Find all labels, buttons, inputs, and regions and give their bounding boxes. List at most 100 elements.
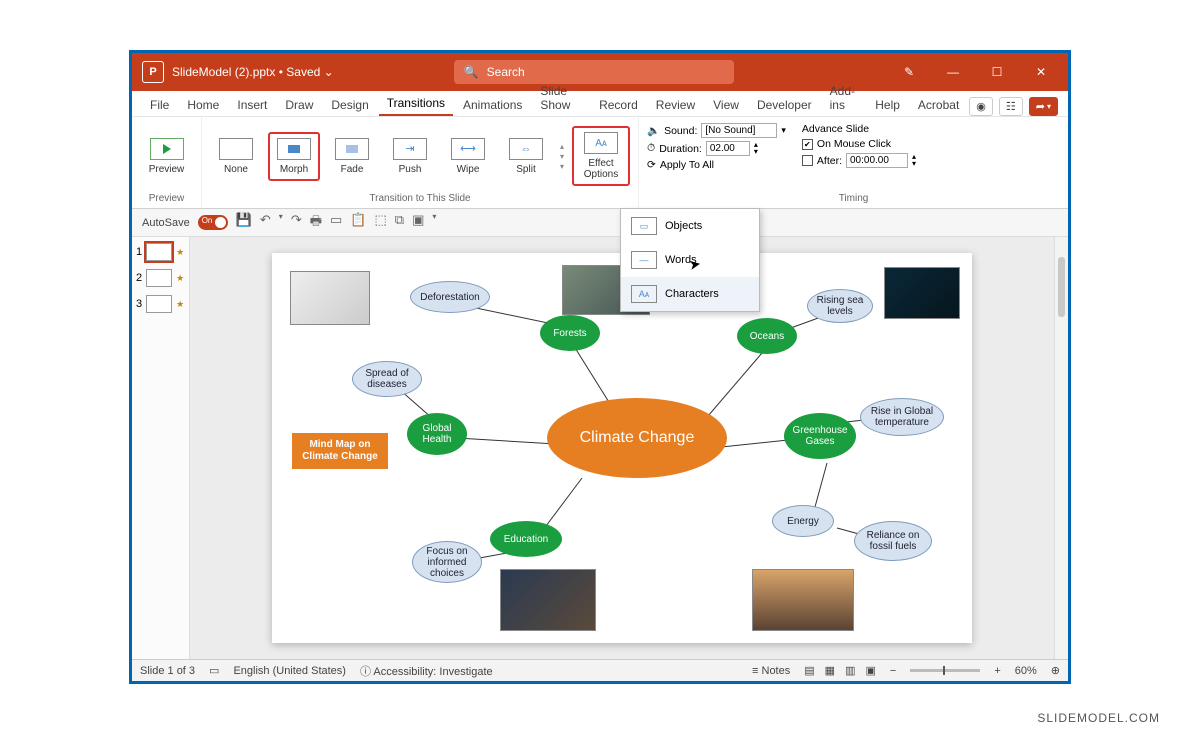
zoom-in-icon[interactable]: + bbox=[994, 665, 1000, 677]
redo-icon[interactable]: ↷ bbox=[291, 212, 302, 234]
apply-all-button[interactable]: Apply To All bbox=[660, 159, 714, 171]
camera-button[interactable]: ◉ bbox=[969, 97, 993, 116]
duration-input[interactable]: 02.00 bbox=[706, 141, 750, 156]
cursor-icon: ➤ bbox=[688, 255, 703, 274]
zoom-level[interactable]: 60% bbox=[1015, 665, 1037, 677]
transition-wipe[interactable]: ⟷ Wipe bbox=[442, 133, 494, 180]
slide-counter[interactable]: Slide 1 of 3 bbox=[140, 665, 195, 677]
format-icon[interactable]: ⬚ bbox=[374, 212, 386, 234]
clock-icon: ⏱ bbox=[647, 142, 655, 155]
node-global-health[interactable]: Global Health bbox=[407, 413, 467, 455]
minimize-button[interactable]: — bbox=[938, 57, 968, 87]
preview-button[interactable]: Preview bbox=[141, 133, 193, 180]
transition-none[interactable]: None bbox=[210, 133, 262, 180]
tab-draw[interactable]: Draw bbox=[277, 94, 321, 116]
quick-copy-icon[interactable]: ⧉ bbox=[395, 212, 404, 234]
thumbnail-2[interactable]: 2★ bbox=[136, 269, 185, 287]
tab-record[interactable]: Record bbox=[591, 94, 646, 116]
undo-icon[interactable]: ↶ bbox=[260, 212, 271, 234]
reading-view-icon[interactable]: ▥ bbox=[845, 664, 855, 677]
none-label: None bbox=[224, 164, 248, 175]
search-icon: 🔍 bbox=[464, 65, 479, 79]
image-placeholder-1[interactable] bbox=[290, 271, 370, 325]
tab-review[interactable]: Review bbox=[648, 94, 703, 116]
vertical-scrollbar[interactable] bbox=[1054, 237, 1068, 659]
maximize-button[interactable]: ☐ bbox=[982, 57, 1012, 87]
accessibility-status[interactable]: ⓘ Accessibility: Investigate bbox=[360, 663, 493, 679]
autosave-toggle[interactable]: On bbox=[198, 215, 228, 230]
image-placeholder-5[interactable] bbox=[752, 569, 854, 631]
thumb-number: 2 bbox=[136, 272, 142, 284]
tab-help[interactable]: Help bbox=[867, 94, 908, 116]
tab-developer[interactable]: Developer bbox=[749, 94, 820, 116]
tab-design[interactable]: Design bbox=[323, 94, 376, 116]
tab-animations[interactable]: Animations bbox=[455, 94, 530, 116]
transition-push[interactable]: ⇥ Push bbox=[384, 133, 436, 180]
chevron-down-icon[interactable]: ⌄ bbox=[324, 65, 334, 79]
save-icon[interactable]: 💾 bbox=[236, 212, 252, 234]
transition-split[interactable]: ⇔ Split bbox=[500, 133, 552, 180]
node-oceans[interactable]: Oceans bbox=[737, 318, 797, 354]
tab-acrobat[interactable]: Acrobat bbox=[910, 94, 967, 116]
transition-fade[interactable]: Fade bbox=[326, 133, 378, 180]
tab-transitions[interactable]: Transitions bbox=[379, 92, 453, 116]
close-button[interactable]: ✕ bbox=[1026, 57, 1056, 87]
slideshow-view-icon[interactable]: ▣ bbox=[865, 664, 875, 677]
tab-file[interactable]: File bbox=[142, 94, 177, 116]
node-education[interactable]: Education bbox=[490, 521, 562, 557]
chevron-down-icon[interactable]: ▾ bbox=[781, 125, 786, 136]
fit-window-icon[interactable]: ⊕ bbox=[1051, 664, 1060, 677]
node-greenhouse[interactable]: Greenhouse Gases bbox=[784, 413, 856, 459]
node-deforestation[interactable]: Deforestation bbox=[410, 281, 490, 313]
image-placeholder-4[interactable] bbox=[500, 569, 596, 631]
morph-icon bbox=[277, 138, 311, 160]
cc-button[interactable]: ☷ bbox=[999, 97, 1023, 116]
after-input[interactable]: 00:00.00 bbox=[846, 153, 908, 168]
transition-morph[interactable]: Morph bbox=[268, 132, 320, 181]
node-energy[interactable]: Energy bbox=[772, 505, 834, 537]
on-click-checkbox[interactable]: ✔ bbox=[802, 139, 813, 150]
effect-options-button[interactable]: Aᴀ Effect Options bbox=[572, 126, 630, 186]
node-focus-choices[interactable]: Focus on informed choices bbox=[412, 541, 482, 583]
language-status[interactable]: English (United States) bbox=[233, 665, 346, 677]
node-spread-diseases[interactable]: Spread of diseases bbox=[352, 361, 422, 397]
tab-home[interactable]: Home bbox=[179, 94, 227, 116]
node-rising-sea[interactable]: Rising sea levels bbox=[807, 289, 873, 323]
preview-icon bbox=[150, 138, 184, 160]
slide-title-box[interactable]: Mind Map on Climate Change bbox=[292, 433, 388, 469]
zoom-out-icon[interactable]: − bbox=[890, 665, 896, 677]
sorter-view-icon[interactable]: ▦ bbox=[825, 664, 835, 677]
normal-view-icon[interactable]: ▤ bbox=[804, 664, 814, 677]
tab-insert[interactable]: Insert bbox=[229, 94, 275, 116]
thumbnail-1[interactable]: 1★ bbox=[136, 243, 185, 261]
tab-addins[interactable]: Add-ins bbox=[822, 80, 866, 116]
sound-select[interactable]: [No Sound] bbox=[701, 123, 777, 138]
node-center[interactable]: Climate Change bbox=[547, 398, 727, 478]
node-rise-temp[interactable]: Rise in Global temperature bbox=[860, 398, 944, 436]
chevron-down-icon: ▾ bbox=[1047, 102, 1051, 111]
document-title[interactable]: SlideModel (2).pptx • Saved ⌄ bbox=[172, 65, 334, 79]
effect-options-label: Effect Options bbox=[584, 158, 618, 180]
preview-label: Preview bbox=[149, 164, 185, 175]
dropdown-item-objects[interactable]: ▭ Objects bbox=[621, 209, 759, 243]
thumbnail-3[interactable]: 3★ bbox=[136, 295, 185, 313]
paste-icon[interactable]: 📋 bbox=[350, 212, 366, 234]
pen-icon[interactable]: ✎ bbox=[894, 57, 924, 87]
advance-slide-label: Advance Slide bbox=[802, 123, 916, 135]
node-forests[interactable]: Forests bbox=[540, 315, 600, 351]
dropdown-item-characters[interactable]: Aᴀ Characters bbox=[621, 277, 759, 311]
print-icon[interactable]: 🖶 bbox=[310, 212, 322, 234]
tab-view[interactable]: View bbox=[705, 94, 747, 116]
tab-slideshow[interactable]: Slide Show bbox=[532, 80, 589, 116]
new-slide-icon[interactable]: ▭ bbox=[330, 212, 342, 234]
zoom-slider[interactable] bbox=[910, 669, 980, 672]
image-placeholder-3[interactable] bbox=[884, 267, 960, 319]
share-button[interactable]: ➦ ▾ bbox=[1029, 97, 1058, 116]
after-checkbox[interactable] bbox=[802, 155, 813, 166]
book-icon[interactable]: ▭ bbox=[209, 664, 219, 677]
search-box[interactable]: 🔍 Search bbox=[454, 60, 734, 84]
node-reliance-fossil[interactable]: Reliance on fossil fuels bbox=[854, 521, 932, 561]
notes-button[interactable]: ≡ Notes bbox=[752, 665, 790, 677]
watermark: SLIDEMODEL.COM bbox=[1037, 711, 1160, 725]
present-icon[interactable]: ▣ bbox=[412, 212, 424, 234]
